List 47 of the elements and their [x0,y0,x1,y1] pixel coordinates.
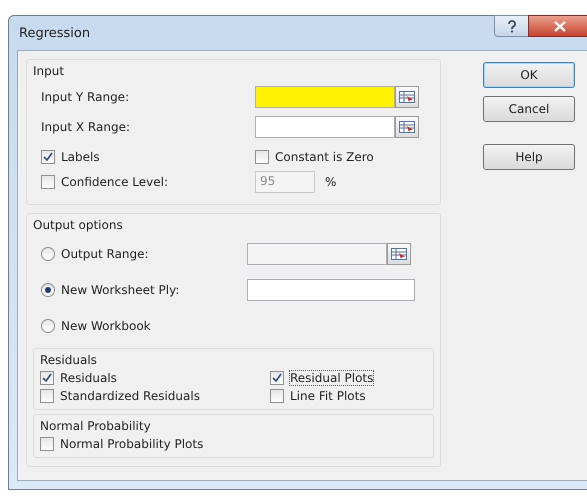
dialog-button[interactable]: OK [483,62,575,88]
checkbox[interactable] [40,371,54,385]
field-label: Input X Range: [40,120,131,134]
range-picker-button[interactable] [387,243,411,265]
range-picker-icon [399,91,415,103]
checkbox[interactable] [270,389,284,403]
checkbox-label[interactable]: Standardized Residuals [60,389,200,403]
range-picker-button[interactable] [395,116,419,138]
output-range-field[interactable] [247,243,387,265]
help-icon [507,20,517,32]
checkbox[interactable] [41,150,55,164]
radio-label[interactable]: Output Range: [61,247,149,261]
group-title: Normal Probability [39,419,152,433]
checkbox[interactable] [40,389,54,403]
range-field[interactable] [255,116,395,138]
checkbox-label[interactable]: Labels [61,150,100,164]
close-icon [554,20,566,32]
checkbox-label[interactable]: Residuals [60,371,117,385]
checkbox-label[interactable]: Line Fit Plots [290,389,366,403]
dialog-button[interactable]: Help [483,144,575,170]
group-title: Input [33,64,66,78]
checkbox[interactable] [255,150,269,164]
group-title: Output options [33,218,124,232]
checkbox[interactable] [41,175,55,189]
range-picker-icon [399,121,415,133]
unit-label: % [325,175,336,189]
help-button[interactable] [494,15,530,37]
radio-label[interactable]: New Workbook [61,319,151,333]
checkbox[interactable] [270,371,284,385]
checkbox-label[interactable]: Constant is Zero [275,150,374,164]
dialog-button[interactable]: Cancel [483,96,575,122]
checkbox-label[interactable]: Residual Plots [290,371,374,385]
checkbox[interactable] [40,437,54,451]
window-title: Regression [19,26,90,40]
group-title: Residuals [39,353,98,367]
range-field[interactable] [255,86,395,108]
checkbox-label[interactable]: Confidence Level: [61,175,168,189]
radio-button[interactable] [41,283,55,297]
range-picker-button[interactable] [395,86,419,108]
close-button[interactable] [528,15,587,37]
radio-label[interactable]: New Worksheet Ply: [61,283,180,297]
range-picker-icon [391,248,407,260]
worksheet-name-field[interactable] [247,279,415,301]
checkbox-label[interactable]: Normal Probability Plots [60,437,204,451]
radio-button[interactable] [41,247,55,261]
field-label: Input Y Range: [40,90,130,104]
radio-button[interactable] [41,319,55,333]
